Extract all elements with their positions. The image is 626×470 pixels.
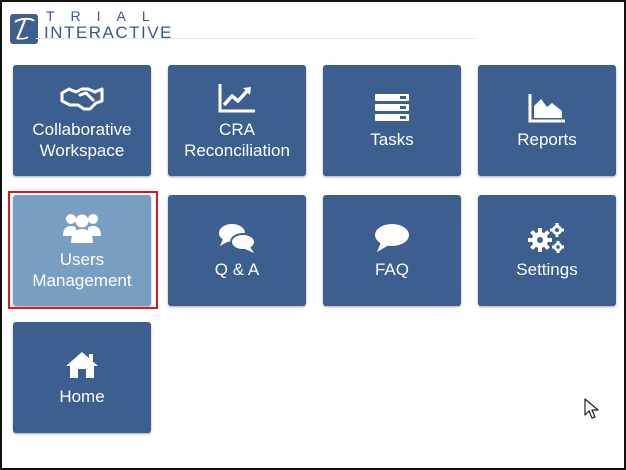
tasks-list-icon: [374, 91, 410, 125]
tile-home[interactable]: Home: [13, 322, 151, 433]
tile-collaborative-workspace[interactable]: Collaborative Workspace: [13, 65, 151, 176]
tile-settings[interactable]: Settings: [478, 195, 616, 306]
tile-label: FAQ: [374, 260, 409, 279]
tile-label: Collaborative Workspace: [32, 119, 132, 160]
tile-faq[interactable]: FAQ: [323, 195, 461, 306]
tile-label: Reports: [517, 130, 577, 149]
tile-cra-reconciliation[interactable]: CRA Reconciliation: [168, 65, 306, 176]
tile-label: CRA Reconciliation: [184, 119, 290, 160]
gears-icon: [527, 221, 567, 255]
logo-text-interactive: INTERACTIVE: [44, 23, 173, 42]
chat-bubbles-icon: [217, 221, 257, 255]
header-divider: [36, 38, 476, 39]
home-icon: [64, 348, 100, 382]
tile-label: Home: [59, 387, 105, 406]
tile-qa[interactable]: Q & A: [168, 195, 306, 306]
tile-label: Tasks: [370, 130, 414, 149]
chat-bubble-icon: [372, 221, 412, 255]
tile-tasks[interactable]: Tasks: [323, 65, 461, 176]
tile-reports[interactable]: Reports: [478, 65, 616, 176]
logo-text-trial: TRIAL: [46, 8, 166, 24]
logo-mark-icon: [10, 14, 38, 44]
handshake-icon: [60, 81, 104, 115]
trend-chart-icon: [217, 81, 257, 115]
tile-label: Settings: [516, 260, 578, 279]
app-frame: TRIAL INTERACTIVE Collaborative Workspac…: [0, 0, 626, 470]
mouse-pointer-icon: [584, 398, 600, 425]
tile-label: Q & A: [214, 260, 260, 279]
selection-highlight-box: [8, 191, 158, 309]
area-chart-icon: [527, 91, 567, 125]
